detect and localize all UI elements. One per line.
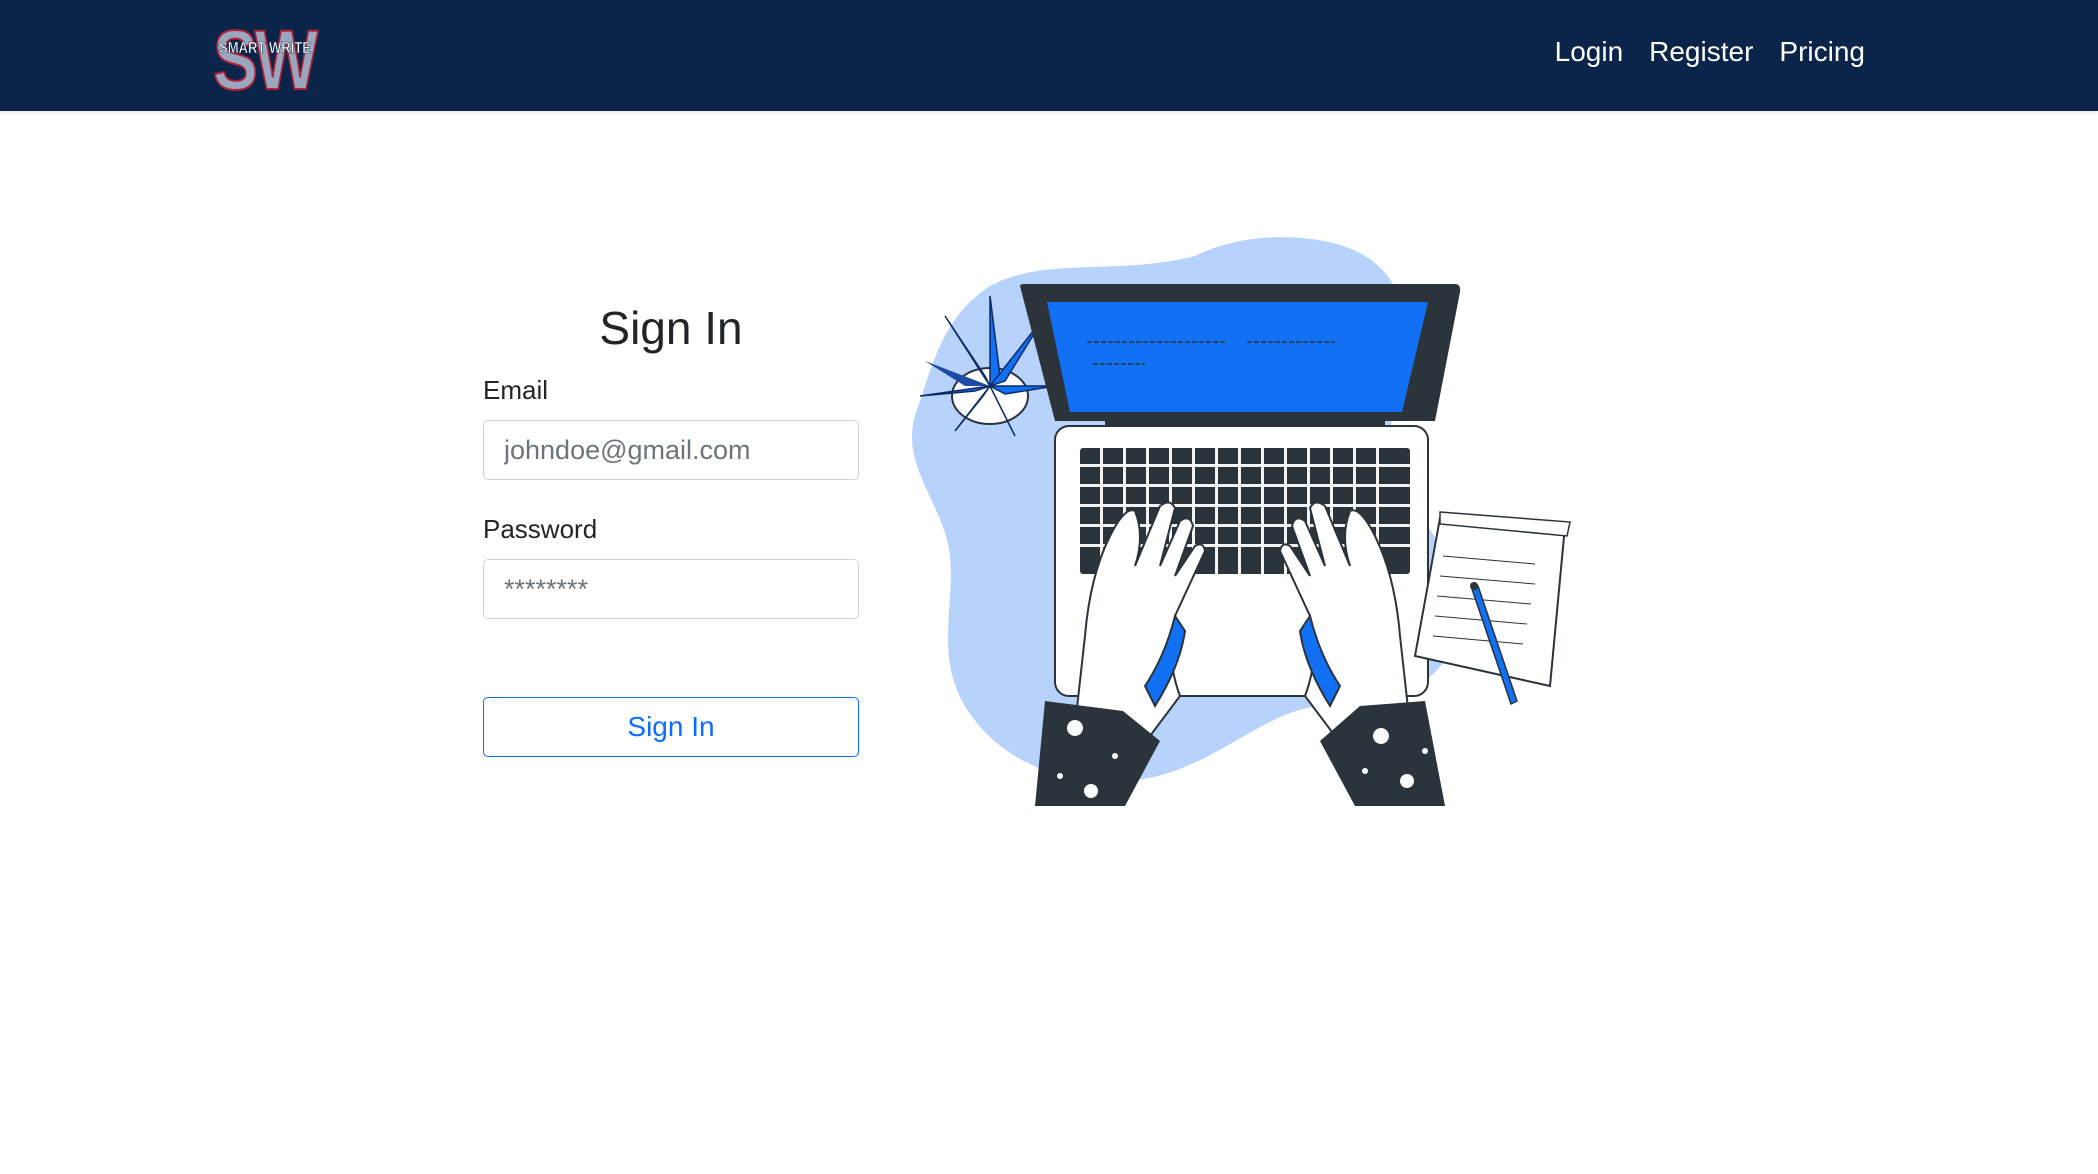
laptop-typing-illustration: [895, 236, 1575, 806]
email-field[interactable]: [483, 420, 859, 480]
notepad-icon: [1413, 511, 1571, 706]
nav-login-link[interactable]: Login: [1555, 36, 1624, 68]
sign-in-form: Sign In Email Password Sign In: [483, 295, 859, 757]
nav-links: Login Register Pricing: [1555, 0, 1865, 104]
password-field[interactable]: [483, 559, 859, 619]
page-title: Sign In: [599, 302, 743, 354]
nav-pricing-link[interactable]: Pricing: [1779, 36, 1865, 68]
logo-caption: SMART WRITE: [219, 40, 311, 57]
sign-in-button[interactable]: Sign In: [483, 697, 859, 757]
brand-logo[interactable]: SW SMART WRITE: [211, 11, 319, 97]
field-spacer: [483, 480, 859, 500]
nav-register-link[interactable]: Register: [1649, 36, 1753, 68]
password-label: Password: [483, 514, 598, 544]
email-label: Email: [483, 375, 549, 405]
navbar: SW SMART WRITE Login Register Pricing: [0, 0, 2098, 111]
